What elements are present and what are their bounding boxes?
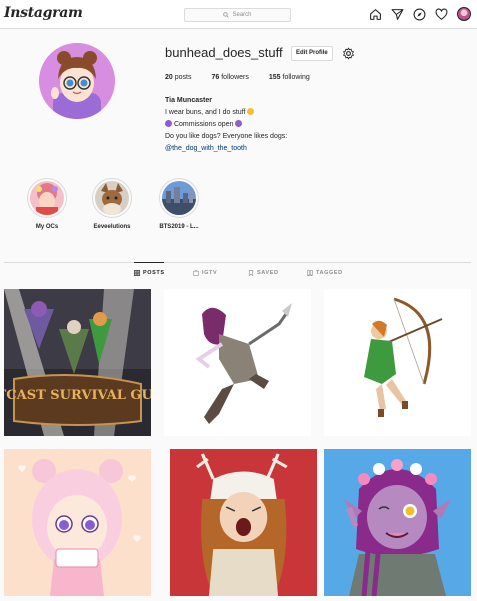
- tab-tagged[interactable]: TAGGED: [307, 270, 343, 276]
- post-thumbnail[interactable]: OUTCAST SURVIVAL GUIDE: [4, 289, 151, 436]
- search-icon: [223, 12, 230, 18]
- profile-bio: Tia Muncaster I wear buns, and I do stuf…: [165, 95, 287, 155]
- activity-heart-icon[interactable]: [435, 7, 448, 21]
- purple-circle-emoji-icon: [235, 120, 243, 127]
- highlight-eeveelutions[interactable]: Eeveelutions: [88, 178, 136, 230]
- followers-count[interactable]: 76 followers: [211, 74, 248, 81]
- edit-profile-button[interactable]: Edit Profile: [291, 46, 333, 61]
- search-input[interactable]: Search: [184, 8, 291, 22]
- post-thumbnail[interactable]: [4, 449, 151, 596]
- fingers-crossed-emoji-icon: [247, 108, 255, 115]
- profile-stats: 20 posts 76 followers 155 following: [165, 74, 310, 81]
- post-thumbnail[interactable]: [324, 289, 471, 436]
- home-icon[interactable]: [369, 8, 382, 21]
- explore-icon[interactable]: [413, 8, 426, 21]
- bio-line-3: Do you like dogs? Everyone likes dogs:: [165, 133, 288, 140]
- tab-posts[interactable]: POSTS: [134, 270, 165, 276]
- igtv-icon: [193, 270, 199, 276]
- story-highlights: My OCs Eeveelutions BTS2019 - L...: [0, 178, 477, 238]
- direct-icon[interactable]: [391, 8, 404, 21]
- posts-count: 20 posts: [165, 74, 192, 81]
- tag-icon: [307, 270, 313, 276]
- search-placeholder: Search: [232, 12, 252, 18]
- bio-mention-link[interactable]: @the_dog_with_the_tooth: [165, 143, 287, 155]
- bio-line-2: Commissions open: [165, 119, 287, 131]
- tab-igtv[interactable]: IGTV: [193, 270, 217, 276]
- tab-saved[interactable]: SAVED: [248, 270, 279, 276]
- highlight-my-ocs[interactable]: My OCs: [23, 178, 71, 230]
- instagram-logo[interactable]: Instagram: [4, 5, 83, 21]
- post-caption-title: OUTCAST SURVIVAL GUIDE: [4, 388, 151, 403]
- tabs-divider: [4, 262, 471, 263]
- following-count[interactable]: 155 following: [269, 74, 310, 81]
- active-tab-indicator: [134, 262, 164, 263]
- grid-icon: [134, 270, 140, 276]
- profile-avatar-nav[interactable]: [457, 7, 471, 21]
- bookmark-icon: [248, 270, 254, 276]
- highlight-cover-image: [162, 181, 196, 215]
- profile-picture[interactable]: [39, 43, 115, 119]
- top-navigation-bar: Instagram Search: [0, 0, 477, 29]
- highlight-bts2019[interactable]: BTS2019 - L...: [155, 178, 203, 230]
- bio-line-1: I wear buns, and I do stuff: [165, 107, 287, 119]
- post-thumbnail[interactable]: [324, 449, 471, 596]
- highlight-cover-image: [95, 181, 129, 215]
- bio-full-name: Tia Muncaster: [165, 97, 212, 104]
- purple-circle-emoji-icon: [165, 120, 172, 127]
- highlight-cover-image: [30, 181, 64, 215]
- post-thumbnail[interactable]: [170, 449, 317, 596]
- profile-username: bunhead_does_stuff: [165, 45, 283, 60]
- post-thumbnail[interactable]: [164, 289, 311, 436]
- settings-gear-icon[interactable]: [342, 47, 355, 60]
